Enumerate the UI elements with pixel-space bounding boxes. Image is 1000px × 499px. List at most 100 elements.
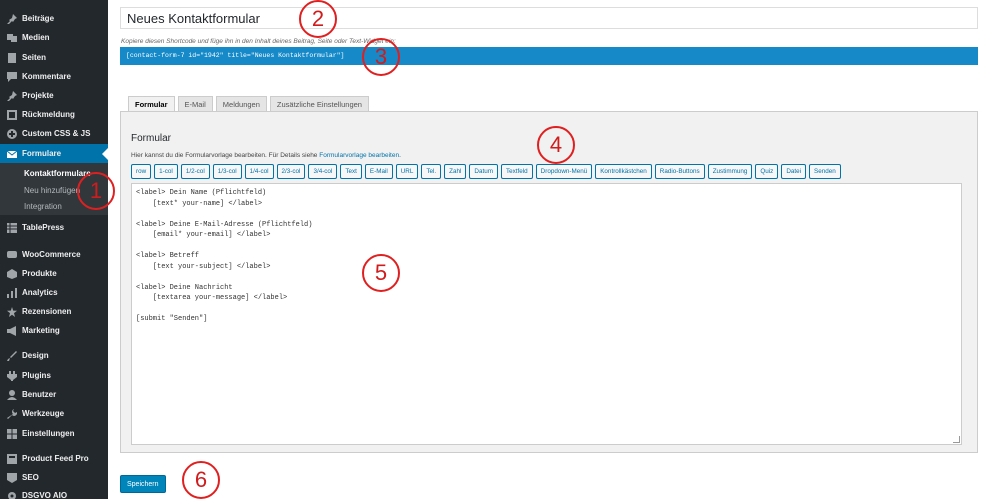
tab-email[interactable]: E-Mail (177, 96, 213, 112)
sidebar-item-custom-css-js[interactable]: Custom CSS & JS (0, 124, 108, 143)
sidebar-item-label: Beiträge (22, 14, 55, 23)
sidebar-item-woocommerce[interactable]: WooCommerce (0, 245, 108, 264)
tag-button-datum[interactable]: Datum (469, 164, 498, 179)
sidebar-item-label: Design (22, 351, 49, 360)
sidebar-item-kommentare[interactable]: Kommentare (0, 67, 108, 86)
pushpin-icon (6, 13, 17, 24)
sidebar-item-label: Rückmeldung (22, 110, 75, 119)
tab-zusaetzliche-einstellungen[interactable]: Zusätzliche Einstellungen (269, 96, 369, 112)
sidebar-item-seiten[interactable]: Seiten (0, 48, 108, 67)
template-docs-link[interactable]: Formularvorlage bearbeiten (319, 152, 399, 159)
sidebar-item-label: Formulare (22, 149, 62, 158)
form-template-editor[interactable]: <label> Dein Name (Pflichtfeld) [text* y… (131, 183, 962, 445)
tag-button-row[interactable]: row (131, 164, 152, 179)
tag-generator-toolbar: row 1-col 1/2-col 1/3-col 1/4-col 2/3-co… (131, 164, 841, 179)
gear-icon (6, 490, 17, 499)
tag-button-1-2-col[interactable]: 1/2-col (180, 164, 210, 179)
tag-button-dropdown-menu[interactable]: Dropdown-Menü (535, 164, 593, 179)
tag-button-2-3-col[interactable]: 2/3-col (276, 164, 306, 179)
comments-icon (6, 71, 17, 82)
tag-button-quiz[interactable]: Quiz (755, 164, 779, 179)
sidebar-item-seo[interactable]: SEO (0, 468, 108, 487)
woo-icon (6, 249, 17, 260)
tab-meldungen[interactable]: Meldungen (215, 96, 267, 112)
form-template-code: <label> Dein Name (Pflichtfeld) [text* y… (136, 189, 313, 323)
panel-hint: Hier kannst du die Formularvorlage bearb… (131, 152, 401, 159)
admin-sidebar: Beiträge Medien Seiten Kommentare Projek… (0, 0, 108, 499)
annotation-2: 2 (299, 0, 337, 38)
tag-button-3-4-col[interactable]: 3/4-col (308, 164, 338, 179)
sidebar-item-label: Marketing (22, 326, 60, 335)
annotation-5: 5 (362, 254, 400, 292)
tag-button-zustimmung[interactable]: Zustimmung (707, 164, 753, 179)
sidebar-item-label: Product Feed Pro (22, 454, 89, 463)
sidebar-item-tablepress[interactable]: TablePress (0, 218, 108, 237)
tag-button-senden[interactable]: Senden (809, 164, 841, 179)
sidebar-item-label: Analytics (22, 288, 58, 297)
megaphone-icon (6, 325, 17, 336)
save-button[interactable]: Speichern (120, 475, 166, 493)
sidebar-item-label: Rezensionen (22, 307, 72, 316)
feed-icon (6, 453, 17, 464)
sidebar-item-beitraege[interactable]: Beiträge (0, 9, 108, 28)
tag-button-1-3-col[interactable]: 1/3-col (212, 164, 242, 179)
sidebar-item-projekte[interactable]: Projekte (0, 86, 108, 105)
feedback-icon (6, 109, 17, 120)
media-icon (6, 32, 17, 43)
sidebar-item-formulare[interactable]: Formulare (0, 144, 108, 163)
sidebar-item-plugins[interactable]: Plugins (0, 366, 108, 385)
shortcode-field[interactable]: [contact-form-7 id="1942" title="Neues K… (120, 47, 978, 65)
sidebar-item-einstellungen[interactable]: Einstellungen (0, 424, 108, 443)
sidebar-item-marketing[interactable]: Marketing (0, 321, 108, 340)
shortcode-hint: Kopiere diesen Shortcode und füge ihn in… (121, 38, 396, 45)
sidebar-item-analytics[interactable]: Analytics (0, 283, 108, 302)
panel-title: Formular (131, 133, 172, 144)
submenu-item-neu-hinzufuegen[interactable]: Neu hinzufügen (24, 186, 80, 195)
pushpin-icon (6, 90, 17, 101)
sidebar-item-design[interactable]: Design (0, 346, 108, 365)
tag-button-kontrollkaestchen[interactable]: Kontrollkästchen (595, 164, 652, 179)
mail-icon (6, 148, 17, 159)
sidebar-item-label: Kommentare (22, 72, 71, 81)
sidebar-item-werkzeuge[interactable]: Werkzeuge (0, 404, 108, 423)
sidebar-item-benutzer[interactable]: Benutzer (0, 385, 108, 404)
panel-hint-text: Hier kannst du die Formularvorlage bearb… (131, 152, 320, 159)
plus-circle-icon (6, 128, 17, 139)
sidebar-item-produkte[interactable]: Produkte (0, 264, 108, 283)
submenu-item-integration[interactable]: Integration (24, 202, 62, 211)
tag-button-radio-buttons[interactable]: Radio-Buttons (654, 164, 705, 179)
bar-chart-icon (6, 287, 17, 298)
annotation-1: 1 (77, 172, 115, 210)
brush-icon (6, 350, 17, 361)
table-icon (6, 222, 17, 233)
sidebar-item-rueckmeldung[interactable]: Rückmeldung (0, 105, 108, 124)
seo-icon (6, 472, 17, 483)
tag-button-url[interactable]: URL (395, 164, 419, 179)
annotation-4: 4 (537, 126, 575, 164)
panel-hint-suffix: . (399, 152, 401, 159)
tag-button-email[interactable]: E-Mail (364, 164, 393, 179)
tag-button-textfeld[interactable]: Textfeld (500, 164, 533, 179)
sidebar-item-dsgvo-aio[interactable]: DSGVO AIO (0, 486, 108, 499)
submenu-item-kontaktformulare[interactable]: Kontaktformulare (24, 169, 91, 178)
sidebar-item-medien[interactable]: Medien (0, 28, 108, 47)
sidebar-item-rezensionen[interactable]: Rezensionen (0, 302, 108, 321)
tag-button-1-4-col[interactable]: 1/4-col (244, 164, 274, 179)
sidebar-item-label: Benutzer (22, 390, 57, 399)
tag-button-1-col[interactable]: 1-col (154, 164, 178, 179)
sidebar-item-label: Werkzeuge (22, 409, 65, 418)
tag-button-text[interactable]: Text (340, 164, 362, 179)
tab-formular[interactable]: Formular (128, 96, 175, 112)
sidebar-item-label: Custom CSS & JS (22, 129, 91, 138)
user-icon (6, 389, 17, 400)
products-icon (6, 268, 17, 279)
tag-button-zahl[interactable]: Zahl (444, 164, 467, 179)
tag-button-datei[interactable]: Datei (781, 164, 807, 179)
sidebar-item-product-feed-pro[interactable]: Product Feed Pro (0, 449, 108, 468)
form-title-input[interactable] (120, 7, 978, 29)
tag-button-tel[interactable]: Tel. (421, 164, 442, 179)
resize-handle[interactable] (953, 436, 960, 443)
sidebar-item-label: Seiten (22, 53, 47, 62)
sidebar-item-label: DSGVO AIO (22, 491, 68, 499)
sidebar-item-label: WooCommerce (22, 250, 81, 259)
